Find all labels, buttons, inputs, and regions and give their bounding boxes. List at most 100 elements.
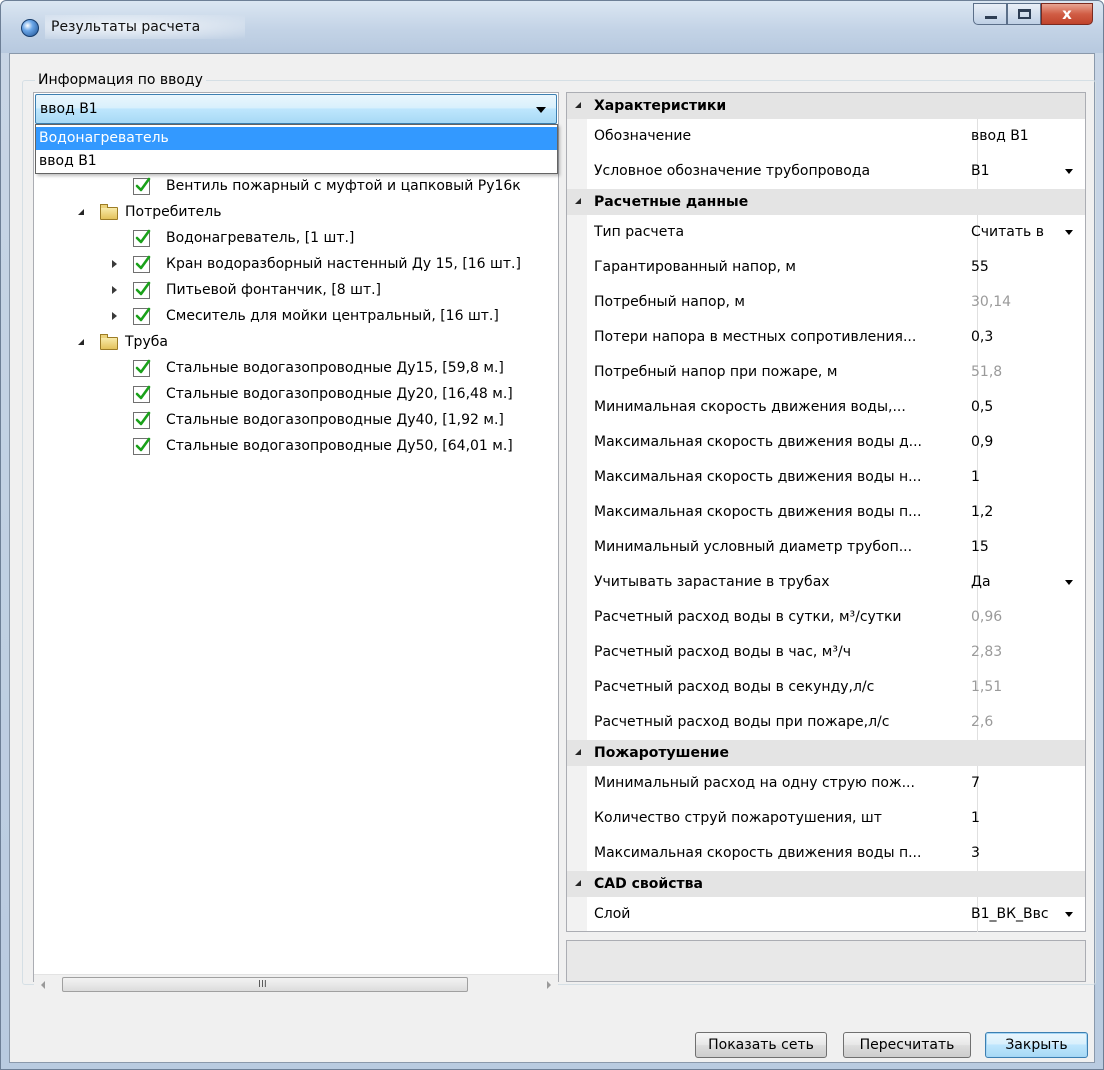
tree-leaf-node[interactable]: Кран водоразборный настенный Ду 15, [16 … bbox=[34, 251, 554, 277]
tree-leaf-node[interactable]: Смеситель для мойки центральный, [16 шт.… bbox=[34, 303, 554, 329]
property-row[interactable]: Минимальный расход на одну струю пож... 7 bbox=[567, 766, 1085, 801]
property-value[interactable]: В1_ВК_Ввс bbox=[971, 897, 1049, 932]
property-row[interactable]: Максимальная скорость движения воды д...… bbox=[567, 425, 1085, 460]
chevron-down-icon[interactable] bbox=[1065, 169, 1073, 174]
checkbox[interactable] bbox=[133, 255, 151, 273]
tree-folder-node[interactable]: Потребитель bbox=[34, 199, 554, 225]
check-icon bbox=[135, 177, 151, 192]
property-value[interactable]: Да bbox=[971, 565, 991, 600]
scroll-thumb[interactable]: III bbox=[62, 977, 468, 992]
property-row[interactable]: Тип расчета Считать в bbox=[567, 215, 1085, 250]
property-name: Слой bbox=[594, 897, 978, 932]
category-expanded-icon[interactable] bbox=[575, 102, 581, 108]
dropdown-option-input-b1[interactable]: ввод В1 bbox=[36, 150, 557, 173]
tree-folder-node[interactable]: Труба bbox=[34, 329, 554, 355]
maximize-button[interactable] bbox=[1007, 3, 1041, 25]
property-row[interactable]: Потери напора в местных сопротивления...… bbox=[567, 320, 1085, 355]
property-row[interactable]: Минимальная скорость движения воды,... 0,… bbox=[567, 390, 1085, 425]
category-label: CAD свойства bbox=[594, 876, 703, 892]
property-value[interactable]: ввод В1 bbox=[971, 119, 1029, 154]
property-row[interactable]: Условное обозначение трубопровода В1 bbox=[567, 154, 1085, 189]
tree-expanded-icon[interactable] bbox=[78, 339, 84, 345]
property-category[interactable]: CAD свойства bbox=[567, 871, 1085, 897]
close-window-button[interactable]: x bbox=[1041, 3, 1093, 25]
property-row[interactable]: Максимальная скорость движения воды п...… bbox=[567, 836, 1085, 871]
tree-leaf-node[interactable]: Питьевой фонтанчик, [8 шт.] bbox=[34, 277, 554, 303]
category-expanded-icon[interactable] bbox=[575, 749, 581, 755]
scroll-left-icon[interactable] bbox=[41, 981, 45, 989]
tree-node-label: Стальные водогазопроводные Ду50, [64,01 … bbox=[166, 438, 513, 454]
checkbox[interactable] bbox=[133, 177, 151, 195]
category-expanded-icon[interactable] bbox=[575, 198, 581, 204]
checkbox[interactable] bbox=[133, 359, 151, 377]
checkbox[interactable] bbox=[133, 385, 151, 403]
input-select-value: ввод В1 bbox=[40, 101, 98, 117]
property-row[interactable]: Расчетный расход воды при пожаре,л/с 2,6 bbox=[567, 705, 1085, 740]
scroll-right-icon[interactable] bbox=[547, 981, 551, 989]
tree-leaf-node[interactable]: Водонагреватель, [1 шт.] bbox=[34, 225, 554, 251]
checkbox[interactable] bbox=[133, 281, 151, 299]
chevron-down-icon[interactable] bbox=[1065, 580, 1073, 585]
title-bar[interactable]: Результаты расчета x bbox=[1, 1, 1103, 53]
property-row[interactable]: Расчетный расход воды в час, м³/ч 2,83 bbox=[567, 635, 1085, 670]
input-select[interactable]: ввод В1 bbox=[35, 94, 557, 124]
category-expanded-icon[interactable] bbox=[575, 880, 581, 886]
property-name: Расчетный расход воды в сутки, м³/сутки bbox=[594, 600, 978, 635]
property-row[interactable]: Количество струй пожаротушения, шт 1 bbox=[567, 801, 1085, 836]
checkbox[interactable] bbox=[133, 307, 151, 325]
property-name: Учитывать зарастание в трубах bbox=[594, 565, 978, 600]
tree-collapsed-icon[interactable] bbox=[112, 312, 117, 320]
property-row[interactable]: Обозначение ввод В1 bbox=[567, 119, 1085, 154]
property-row[interactable]: Гарантированный напор, м 55 bbox=[567, 250, 1085, 285]
chevron-down-icon[interactable] bbox=[1065, 230, 1073, 235]
check-icon bbox=[135, 307, 151, 322]
tree-leaf-node[interactable]: Стальные водогазопроводные Ду50, [64,01 … bbox=[34, 433, 554, 459]
property-category[interactable]: Расчетные данные bbox=[567, 189, 1085, 215]
property-name: Условное обозначение трубопровода bbox=[594, 154, 978, 189]
checkbox[interactable] bbox=[133, 229, 151, 247]
property-value[interactable]: 3 bbox=[971, 836, 980, 871]
tree-leaf-node[interactable]: Стальные водогазопроводные Ду40, [1,92 м… bbox=[34, 407, 554, 433]
property-value[interactable]: 0,5 bbox=[971, 390, 993, 425]
property-row[interactable]: Расчетный расход воды в секунду,л/с 1,51 bbox=[567, 670, 1085, 705]
tree-leaf-node[interactable]: Вентиль пожарный с муфтой и цапковый Ру1… bbox=[34, 173, 554, 199]
dropdown-option-water-heater[interactable]: Водонагреватель bbox=[36, 127, 557, 150]
show-network-button[interactable]: Показать сеть bbox=[695, 1032, 827, 1058]
property-value[interactable]: 7 bbox=[971, 766, 980, 801]
tree-collapsed-icon[interactable] bbox=[112, 260, 117, 268]
property-category[interactable]: Пожаротушение bbox=[567, 740, 1085, 766]
property-row[interactable]: Максимальная скорость движения воды п...… bbox=[567, 495, 1085, 530]
property-name: Расчетный расход воды в час, м³/ч bbox=[594, 635, 978, 670]
property-value[interactable]: 1 bbox=[971, 801, 980, 836]
property-row[interactable]: Слой В1_ВК_Ввс bbox=[567, 897, 1085, 932]
property-value[interactable]: 55 bbox=[971, 250, 989, 285]
property-name: Минимальный расход на одну струю пож... bbox=[594, 766, 978, 801]
horizontal-scrollbar[interactable]: III bbox=[34, 974, 558, 994]
property-row[interactable]: Учитывать зарастание в трубах Да bbox=[567, 565, 1085, 600]
property-name: Минимальный условный диаметр трубоп... bbox=[594, 530, 978, 565]
property-value[interactable]: Считать в bbox=[971, 215, 1044, 250]
property-row[interactable]: Минимальный условный диаметр трубоп... 15 bbox=[567, 530, 1085, 565]
close-button[interactable]: Закрыть bbox=[985, 1032, 1088, 1058]
tree-expanded-icon[interactable] bbox=[78, 209, 84, 215]
property-row[interactable]: Потребный напор при пожаре, м 51,8 bbox=[567, 355, 1085, 390]
property-row[interactable]: Расчетный расход воды в сутки, м³/сутки 0… bbox=[567, 600, 1085, 635]
tree-collapsed-icon[interactable] bbox=[112, 286, 117, 294]
property-value[interactable]: 0,3 bbox=[971, 320, 993, 355]
tree-leaf-node[interactable]: Стальные водогазопроводные Ду20, [16,48 … bbox=[34, 381, 554, 407]
property-value[interactable]: В1 bbox=[971, 154, 990, 189]
property-value[interactable]: 1 bbox=[971, 460, 980, 495]
property-value[interactable]: 15 bbox=[971, 530, 989, 565]
property-category[interactable]: Характеристики bbox=[567, 93, 1085, 119]
property-value[interactable]: 0,9 bbox=[971, 425, 993, 460]
checkbox[interactable] bbox=[133, 411, 151, 429]
chevron-down-icon[interactable] bbox=[1065, 912, 1073, 917]
tree-node-label: Стальные водогазопроводные Ду15, [59,8 м… bbox=[166, 360, 504, 376]
property-row[interactable]: Потребный напор, м 30,14 bbox=[567, 285, 1085, 320]
property-value[interactable]: 1,2 bbox=[971, 495, 993, 530]
checkbox[interactable] bbox=[133, 437, 151, 455]
tree-leaf-node[interactable]: Стальные водогазопроводные Ду15, [59,8 м… bbox=[34, 355, 554, 381]
recalculate-button[interactable]: Пересчитать bbox=[843, 1032, 971, 1058]
minimize-button[interactable] bbox=[973, 3, 1007, 25]
property-row[interactable]: Максимальная скорость движения воды н...… bbox=[567, 460, 1085, 495]
